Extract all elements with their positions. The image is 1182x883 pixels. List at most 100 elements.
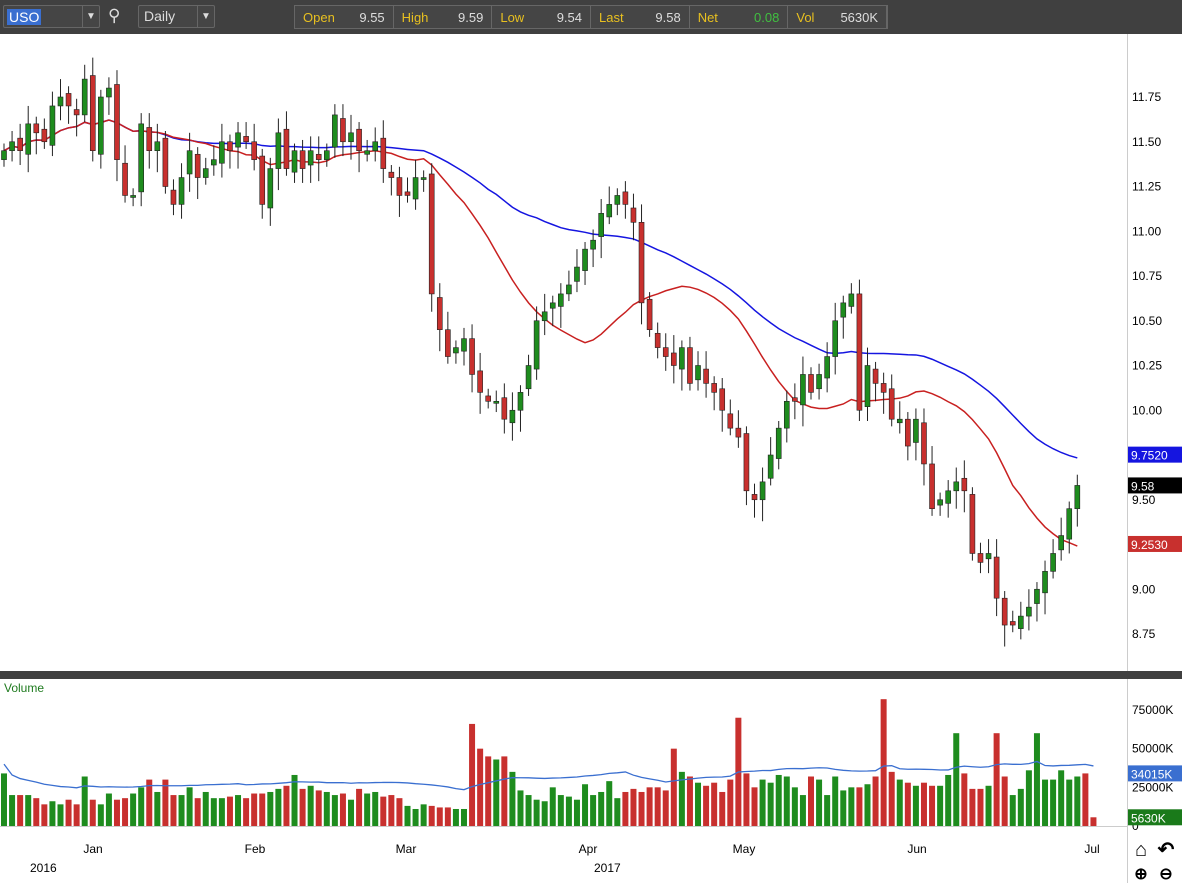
volume-bar: [517, 790, 524, 826]
volume-bar: [622, 791, 629, 826]
candle: [162, 137, 169, 187]
volume-bar: [194, 798, 201, 826]
volume-bar: [1058, 770, 1065, 826]
ma-short-tag: 9.2530: [1131, 538, 1168, 552]
candle: [372, 141, 379, 151]
volume-bar: [816, 779, 823, 826]
candle: [299, 150, 306, 169]
candle: [800, 374, 806, 406]
candle: [138, 123, 144, 193]
symbol-input[interactable]: USO ▼: [3, 5, 100, 28]
candle: [614, 195, 621, 205]
candle: [114, 84, 120, 160]
volume-bar: [9, 795, 16, 826]
candle: [81, 78, 88, 116]
candle: [202, 168, 209, 178]
search-icon[interactable]: ⚲: [108, 6, 120, 26]
volume-bar: [904, 782, 911, 826]
volume-tick-label: 50000K: [1132, 742, 1173, 756]
volume-bar: [17, 795, 24, 826]
last-price-tag: 9.58: [1131, 479, 1155, 493]
quote-label: Low: [500, 9, 525, 25]
zoom-in-icon[interactable]: ⊕: [1134, 866, 1147, 883]
candle: [211, 159, 217, 166]
zoom-out-icon[interactable]: ⊖: [1159, 866, 1172, 883]
home-icon[interactable]: ⌂: [1135, 839, 1147, 861]
y-tick-label: 11.00: [1132, 224, 1161, 238]
volume-bar: [848, 787, 855, 826]
month-label: Mar: [396, 842, 417, 856]
candle: [445, 329, 451, 357]
candle: [178, 177, 185, 205]
period-select[interactable]: Daily ▼: [138, 5, 215, 28]
axis-divider: [1127, 34, 1128, 883]
candle: [864, 365, 871, 407]
chevron-down-icon[interactable]: ▼: [82, 6, 99, 27]
volume-bar: [993, 733, 1000, 826]
volume-bar: [598, 791, 605, 826]
quote-value: 9.59: [458, 9, 484, 25]
volume-bar: [573, 799, 580, 826]
candle: [65, 93, 72, 107]
candle: [985, 553, 992, 560]
volume-bar: [89, 799, 96, 826]
volume-bar: [412, 808, 419, 826]
candle: [1018, 615, 1024, 629]
volume-bar: [630, 788, 637, 826]
price-chart[interactable]: 11.75 11.50 11.25 11.00 10.75 10.50 10.25 10.00…: [0, 34, 1182, 883]
candle: [283, 128, 290, 169]
candle: [194, 153, 201, 178]
month-label: Apr: [579, 842, 598, 856]
candle: [743, 433, 750, 492]
candle: [558, 293, 564, 307]
candle: [388, 171, 395, 178]
volume-bar: [243, 798, 250, 826]
candle: [323, 150, 330, 160]
toolbar: USO ▼ ⚲ Daily ▼ Open 9.55 High 9.59 Low 9.54 Las…: [0, 0, 1182, 34]
y-tick-label: 10.75: [1132, 269, 1162, 283]
candle: [469, 338, 475, 375]
volume-bar: [57, 804, 64, 826]
y-tick-label: 9.50: [1132, 493, 1156, 507]
candle: [929, 463, 935, 510]
candle: [880, 383, 887, 393]
quote-label: High: [401, 9, 429, 25]
volume-bar: [323, 791, 330, 826]
candle: [767, 454, 774, 479]
candle: [485, 395, 492, 402]
volume-bar: [920, 782, 927, 826]
volume-bar: [154, 791, 161, 826]
candle: [654, 332, 661, 348]
quote-value: 9.54: [556, 9, 583, 25]
volume-bar: [533, 799, 540, 826]
volume-bar: [799, 795, 806, 826]
volume-bar: [202, 791, 209, 826]
chevron-down-icon[interactable]: ▼: [197, 6, 214, 27]
candle: [348, 132, 354, 143]
volume-bar: [186, 787, 193, 826]
volume-bar: [283, 785, 290, 826]
y-tick-label: 11.50: [1132, 135, 1161, 149]
candle: [186, 150, 193, 175]
volume-bar: [590, 795, 597, 826]
month-label: Feb: [245, 842, 266, 856]
y-tick-label: 10.50: [1132, 314, 1162, 328]
candle: [856, 293, 863, 411]
volume-bar: [444, 807, 451, 826]
candle: [428, 173, 435, 295]
candle: [896, 418, 903, 424]
candle: [235, 132, 241, 148]
candle: [501, 397, 508, 420]
volume-bar: [122, 798, 129, 826]
candle: [953, 481, 960, 492]
undo-icon[interactable]: ↶: [1157, 839, 1175, 861]
candle: [840, 302, 847, 318]
volume-bar: [170, 795, 177, 826]
volume-bar: [485, 756, 492, 826]
volume-bar: [1, 773, 7, 826]
candle: [525, 365, 532, 390]
candle: [404, 191, 411, 196]
volume-bar: [937, 785, 944, 826]
candle: [783, 400, 790, 429]
y-tick-label: 10.00: [1132, 403, 1162, 417]
